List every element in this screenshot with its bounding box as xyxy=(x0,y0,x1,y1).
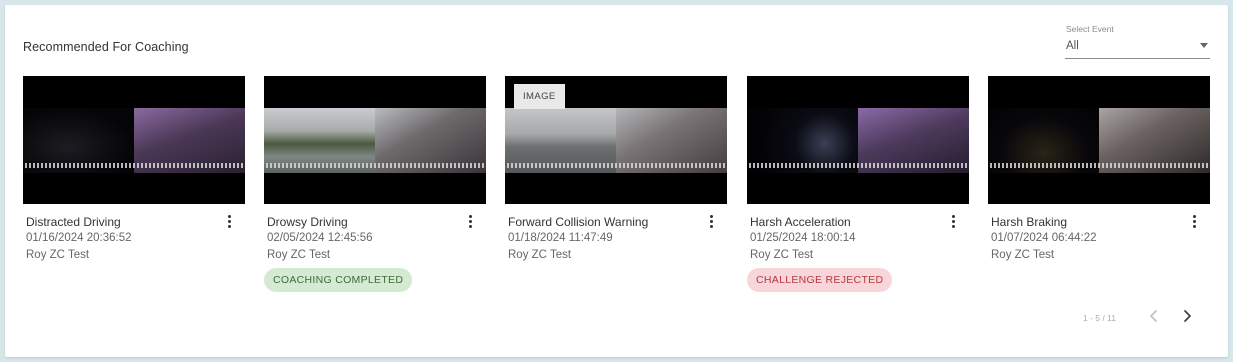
event-thumbnail[interactable] xyxy=(23,76,245,204)
video-timestamp-overlay xyxy=(507,163,725,168)
event-date: 01/25/2024 18:00:14 xyxy=(750,232,856,244)
caret-down-icon xyxy=(1200,43,1208,48)
image-badge: IMAGE xyxy=(514,84,565,109)
select-event-value: All xyxy=(1066,40,1079,52)
event-driver: Roy ZC Test xyxy=(991,249,1055,261)
event-thumbnail[interactable] xyxy=(988,76,1210,204)
video-timestamp-overlay xyxy=(266,163,484,168)
coaching-card: Recommended For Coaching Select Event Al… xyxy=(5,5,1228,357)
video-timestamp-overlay xyxy=(990,163,1208,168)
event-name: Distracted Driving xyxy=(26,215,121,229)
event-tile-harsh-acceleration[interactable]: Harsh Acceleration 01/25/2024 18:00:14 R… xyxy=(747,76,969,292)
pagination-range: 1 - 5 / 11 xyxy=(1083,313,1116,323)
card-title: Recommended For Coaching xyxy=(23,40,189,54)
more-vertical-icon[interactable] xyxy=(705,215,717,233)
event-tile-drowsy-driving[interactable]: Drowsy Driving 02/05/2024 12:45:56 Roy Z… xyxy=(264,76,486,292)
event-date: 02/05/2024 12:45:56 xyxy=(267,232,373,244)
more-vertical-icon[interactable] xyxy=(223,215,235,233)
event-date: 01/18/2024 11:47:49 xyxy=(508,232,613,244)
event-date: 01/07/2024 06:44:22 xyxy=(991,232,1097,244)
event-name: Harsh Braking xyxy=(991,215,1068,229)
more-vertical-icon[interactable] xyxy=(947,215,959,233)
more-vertical-icon[interactable] xyxy=(1188,215,1200,233)
event-tile-harsh-braking[interactable]: Harsh Braking 01/07/2024 06:44:22 Roy ZC… xyxy=(988,76,1210,284)
select-event-dropdown[interactable]: Select Event All xyxy=(1065,22,1210,59)
event-name: Forward Collision Warning xyxy=(508,215,649,229)
event-driver: Roy ZC Test xyxy=(508,249,572,261)
event-driver: Roy ZC Test xyxy=(750,249,814,261)
event-thumbnail[interactable] xyxy=(747,76,969,204)
challenge-rejected-badge: CHALLENGE REJECTED xyxy=(747,268,893,292)
event-name: Harsh Acceleration xyxy=(750,215,851,229)
coaching-completed-badge: COACHING COMPLETED xyxy=(264,268,413,292)
more-vertical-icon[interactable] xyxy=(464,215,476,233)
event-tile-distracted-driving[interactable]: Distracted Driving 01/16/2024 20:36:52 R… xyxy=(23,76,245,284)
event-date: 01/16/2024 20:36:52 xyxy=(26,232,132,244)
video-timestamp-overlay xyxy=(749,163,967,168)
chevron-right-icon[interactable] xyxy=(1178,307,1196,325)
event-name: Drowsy Driving xyxy=(267,215,348,229)
video-timestamp-overlay xyxy=(25,163,243,168)
event-thumbnail[interactable] xyxy=(264,76,486,204)
event-driver: Roy ZC Test xyxy=(267,249,331,261)
event-thumbnail[interactable]: IMAGE xyxy=(505,76,727,204)
select-event-label: Select Event xyxy=(1066,24,1114,34)
event-driver: Roy ZC Test xyxy=(26,249,90,261)
chevron-left-icon[interactable] xyxy=(1145,307,1163,325)
event-tile-forward-collision-warning[interactable]: IMAGE Forward Collision Warning 01/18/20… xyxy=(505,76,727,284)
